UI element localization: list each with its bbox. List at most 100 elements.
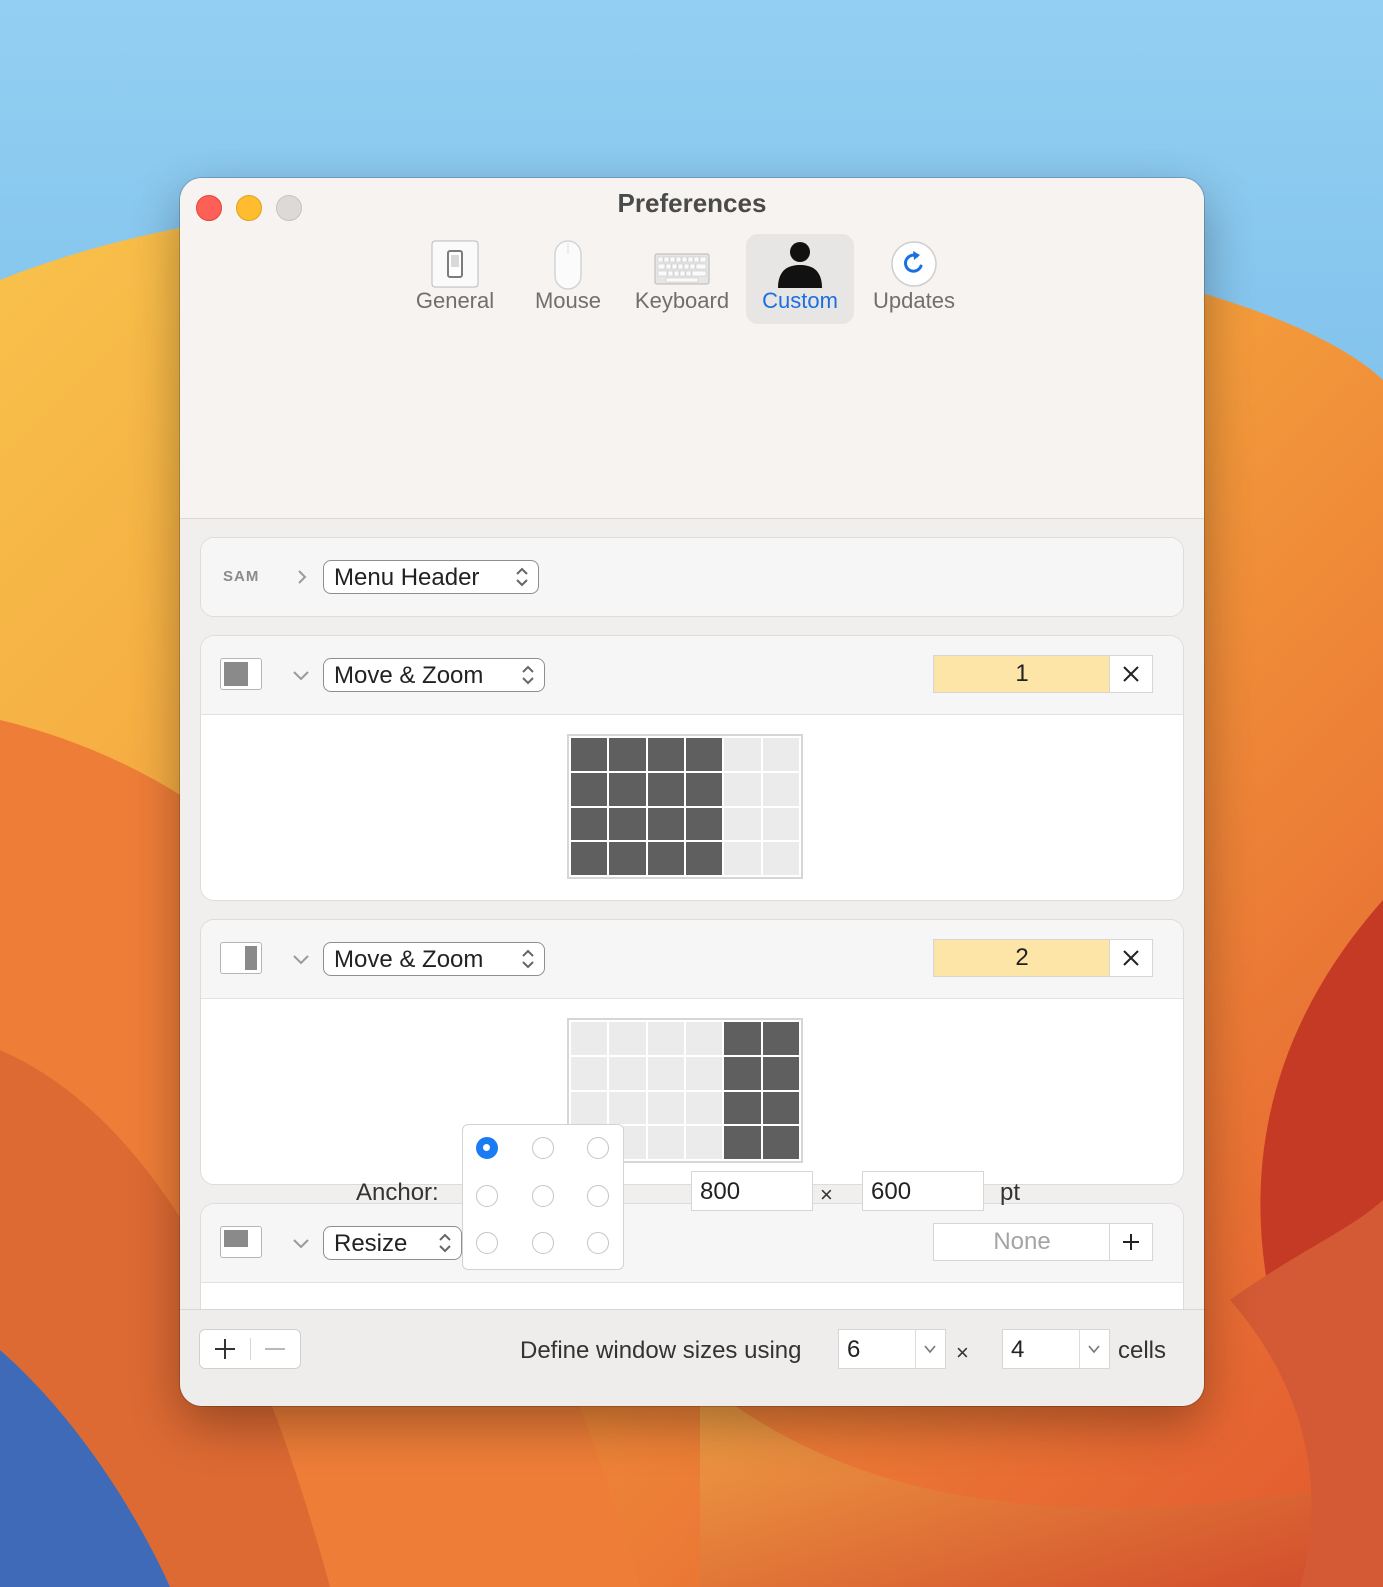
shortcut-field[interactable]: 2 bbox=[933, 939, 1110, 977]
chevron-down-icon[interactable] bbox=[291, 950, 311, 968]
grid-cell-selected[interactable] bbox=[609, 772, 646, 806]
grid-cell[interactable] bbox=[647, 1126, 684, 1159]
chevron-down-icon bbox=[1088, 1345, 1100, 1354]
grid-cell-selected[interactable] bbox=[647, 772, 684, 806]
action-type-popup[interactable]: Menu Header bbox=[323, 560, 539, 594]
grid-cell[interactable] bbox=[609, 1056, 646, 1090]
chevron-down-icon[interactable] bbox=[291, 1234, 311, 1252]
grid-cell-selected[interactable] bbox=[647, 842, 684, 875]
remove-action-button[interactable] bbox=[251, 1330, 300, 1368]
tab-updates[interactable]: Updates bbox=[864, 234, 964, 324]
grid-cell[interactable] bbox=[571, 1091, 608, 1125]
width-field[interactable]: 800 bbox=[691, 1171, 813, 1211]
chevron-right-icon[interactable] bbox=[293, 568, 311, 586]
grid-cell-selected[interactable] bbox=[571, 807, 608, 841]
anchor-top-right-radio[interactable] bbox=[587, 1137, 609, 1159]
person-icon bbox=[778, 242, 822, 288]
stepper-arrows-icon bbox=[439, 1233, 451, 1253]
add-shortcut-button[interactable] bbox=[1109, 1223, 1153, 1261]
grid-cell[interactable] bbox=[609, 1022, 646, 1055]
grid-cell-selected[interactable] bbox=[724, 1022, 761, 1055]
tab-custom[interactable]: Custom bbox=[746, 234, 854, 324]
grid-cell-selected[interactable] bbox=[724, 1126, 761, 1159]
action-type-value: Move & Zoom bbox=[334, 662, 484, 689]
anchor-center-radio[interactable] bbox=[532, 1185, 554, 1207]
plus-icon bbox=[215, 1339, 235, 1359]
anchor-middle-left-radio[interactable] bbox=[476, 1185, 498, 1207]
grid-cell-selected[interactable] bbox=[685, 772, 723, 806]
grid-cell[interactable] bbox=[647, 1022, 684, 1055]
grid-cell-selected[interactable] bbox=[685, 807, 723, 841]
tab-keyboard-label: Keyboard bbox=[634, 288, 730, 313]
grid-cell-selected[interactable] bbox=[724, 1056, 761, 1090]
grid-cell-selected[interactable] bbox=[647, 807, 684, 841]
grid-cell[interactable] bbox=[762, 738, 799, 771]
action-type-popup[interactable]: Move & Zoom bbox=[323, 658, 545, 692]
grid-cell-selected[interactable] bbox=[762, 1091, 799, 1125]
grid-cell[interactable] bbox=[762, 772, 799, 806]
layout-resize-icon bbox=[220, 1226, 262, 1258]
anchor-bottom-right-radio[interactable] bbox=[587, 1232, 609, 1254]
grid-cell[interactable] bbox=[724, 772, 761, 806]
grid-cell-selected[interactable] bbox=[609, 738, 646, 771]
grid-cell[interactable] bbox=[647, 1091, 684, 1125]
grid-cell[interactable] bbox=[685, 1022, 723, 1055]
chevron-down-icon bbox=[924, 1345, 936, 1354]
anchor-top-center-radio[interactable] bbox=[532, 1137, 554, 1159]
action-type-popup[interactable]: Resize bbox=[323, 1226, 462, 1260]
grid-cell-selected[interactable] bbox=[571, 772, 608, 806]
grid-cell-selected[interactable] bbox=[571, 738, 608, 771]
grid-cell[interactable] bbox=[724, 738, 761, 771]
grid-cell[interactable] bbox=[685, 1056, 723, 1090]
columns-combo[interactable]: 6 bbox=[838, 1329, 946, 1369]
grid-cell-selected[interactable] bbox=[685, 738, 723, 771]
action-type-popup[interactable]: Move & Zoom bbox=[323, 942, 545, 976]
grid-cell[interactable] bbox=[571, 1056, 608, 1090]
layout-right-icon bbox=[220, 942, 262, 974]
titlebar: Preferences General Mouse Keyboard Custo… bbox=[180, 178, 1204, 519]
menu-header-row: SAM Menu Header bbox=[200, 537, 1184, 617]
shortcut-field[interactable]: None bbox=[933, 1223, 1110, 1261]
grid-cell[interactable] bbox=[685, 1091, 723, 1125]
anchor-bottom-center-radio[interactable] bbox=[532, 1232, 554, 1254]
grid-cell[interactable] bbox=[609, 1091, 646, 1125]
remove-shortcut-button[interactable] bbox=[1109, 655, 1153, 693]
grid-cell[interactable] bbox=[724, 807, 761, 841]
grid-cell[interactable] bbox=[647, 1056, 684, 1090]
rows-value: 4 bbox=[1011, 1336, 1025, 1363]
tab-keyboard[interactable]: Keyboard bbox=[630, 234, 734, 324]
window-size-grid[interactable] bbox=[567, 734, 803, 879]
grid-cell-selected[interactable] bbox=[609, 842, 646, 875]
grid-cell-selected[interactable] bbox=[724, 1091, 761, 1125]
chevron-down-icon[interactable] bbox=[291, 666, 311, 684]
remove-shortcut-button[interactable] bbox=[1109, 939, 1153, 977]
grid-cell-selected[interactable] bbox=[762, 1022, 799, 1055]
action-type-value: Resize bbox=[334, 1230, 408, 1257]
tab-mouse[interactable]: Mouse bbox=[518, 234, 618, 324]
stepper-arrows-icon bbox=[522, 949, 534, 969]
cells-label: cells bbox=[1118, 1337, 1167, 1364]
tab-general[interactable]: General bbox=[402, 234, 508, 324]
grid-cell[interactable] bbox=[724, 842, 761, 875]
anchor-middle-right-radio[interactable] bbox=[587, 1185, 609, 1207]
action-row-2: Move & Zoom 2 bbox=[200, 919, 1184, 1185]
grid-cell[interactable] bbox=[762, 807, 799, 841]
grid-cell-selected[interactable] bbox=[571, 842, 608, 875]
grid-cell[interactable] bbox=[762, 842, 799, 875]
anchor-bottom-left-radio[interactable] bbox=[476, 1232, 498, 1254]
anchor-selector bbox=[462, 1124, 624, 1270]
shortcut-field[interactable]: 1 bbox=[933, 655, 1110, 693]
height-field[interactable]: 600 bbox=[862, 1171, 984, 1211]
add-action-button[interactable] bbox=[200, 1330, 250, 1368]
grid-cell-selected[interactable] bbox=[647, 738, 684, 771]
grid-cell[interactable] bbox=[571, 1022, 608, 1055]
rows-combo[interactable]: 4 bbox=[1002, 1329, 1110, 1369]
grid-cell-selected[interactable] bbox=[762, 1126, 799, 1159]
grid-cell[interactable] bbox=[685, 1126, 723, 1159]
grid-cell-selected[interactable] bbox=[762, 1056, 799, 1090]
anchor-top-left-radio[interactable] bbox=[476, 1137, 498, 1159]
plus-icon bbox=[1123, 1234, 1139, 1250]
shortcut-value: 1 bbox=[1015, 660, 1029, 687]
grid-cell-selected[interactable] bbox=[685, 842, 723, 875]
grid-cell-selected[interactable] bbox=[609, 807, 646, 841]
